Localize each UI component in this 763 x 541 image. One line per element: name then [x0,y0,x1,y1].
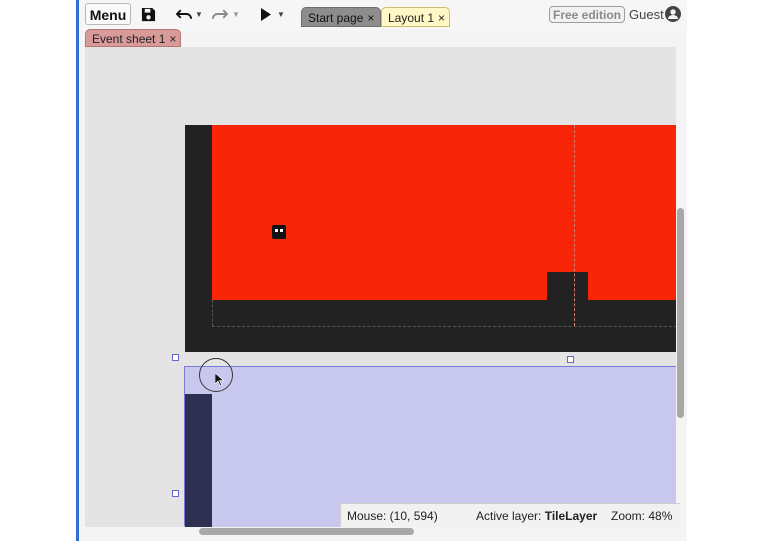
play-dropdown-icon[interactable]: ▼ [277,5,285,23]
play-icon[interactable] [259,5,273,23]
zoom-level: Zoom: 48% [611,509,673,523]
player-sprite[interactable] [272,225,286,239]
free-edition-badge[interactable]: Free edition [549,6,625,23]
close-icon[interactable]: × [169,32,176,46]
tile-step[interactable] [547,272,588,302]
close-icon[interactable]: × [438,11,445,25]
vertical-scrollbar[interactable] [677,208,684,418]
tab-start-page-label: Start page [308,11,364,25]
active-layer: Active layer: TileLayer [476,504,597,528]
resize-handle[interactable] [172,490,179,497]
guest-label[interactable]: Guest [629,7,664,22]
viewport-guide [574,125,575,326]
status-bar: Mouse: (10, 594) Active layer: TileLayer… [340,503,680,527]
active-layer-value: TileLayer [544,509,598,523]
redo-dropdown-icon[interactable]: ▼ [232,5,240,23]
user-circle-icon[interactable] [665,6,681,27]
menu-button[interactable]: Menu [85,3,131,25]
tile-column[interactable] [185,394,212,527]
mouse-position: Mouse: (10, 594) [347,509,438,523]
resize-handle[interactable] [172,354,179,361]
save-icon[interactable] [139,5,157,23]
layout-background[interactable] [212,125,676,300]
tab-event-sheet-1[interactable]: Event sheet 1 × [85,29,181,47]
viewport-guide [212,300,213,326]
redo-icon[interactable] [210,5,228,23]
viewport-guide [212,326,676,327]
undo-dropdown-icon[interactable]: ▼ [195,5,203,23]
tab-start-page[interactable]: Start page × [301,7,381,27]
undo-icon[interactable] [175,5,193,23]
close-icon[interactable]: × [367,11,374,25]
active-layer-label: Active layer: [476,509,542,523]
main-toolbar: Menu ▼ ▼ ▼ Start page × Layout 1 × Free ed… [79,0,687,30]
layout-canvas[interactable] [85,47,676,527]
app-window: Menu ▼ ▼ ▼ Start page × Layout 1 × Free ed… [76,0,687,541]
tab-layout-1[interactable]: Layout 1 × [381,7,450,27]
selection-border [184,366,185,526]
mouse-pointer-icon [214,372,225,391]
horizontal-scrollbar[interactable] [199,528,414,535]
resize-handle[interactable] [567,356,574,363]
tab-event-sheet-label: Event sheet 1 [92,32,166,46]
tab-layout-label: Layout 1 [388,11,435,25]
